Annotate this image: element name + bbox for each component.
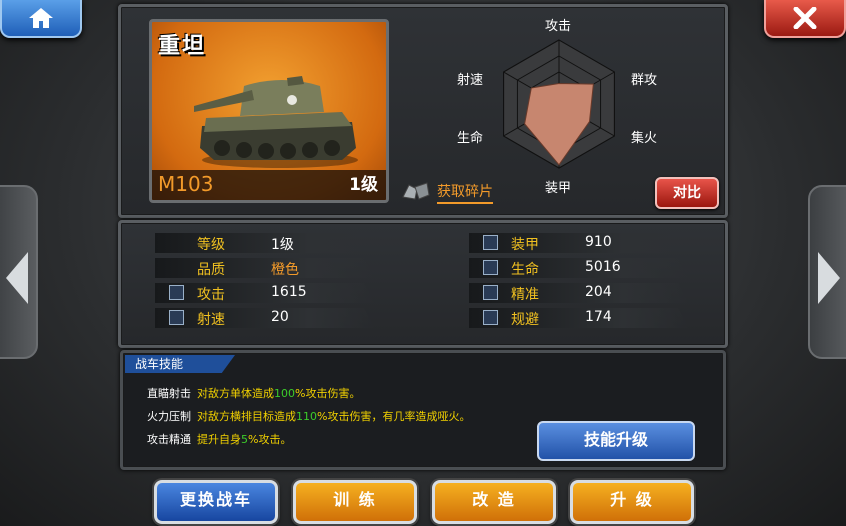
- next-tank-button[interactable]: [808, 185, 846, 359]
- radar-label-armor: 装甲: [545, 181, 572, 196]
- stat-row: 品质 橙色: [155, 258, 375, 278]
- stat-value: 橙色: [271, 262, 299, 278]
- tank-name: M103: [158, 172, 214, 196]
- skill-row: 火力压制 对敌方横排目标造成110%攻击伤害，有几率造成哑火。: [147, 408, 470, 424]
- stat-label: 生命: [511, 262, 539, 278]
- close-button[interactable]: [764, 0, 846, 38]
- skill-pct: 110: [296, 410, 317, 423]
- skill-name: 火力压制: [147, 410, 191, 423]
- modify-button[interactable]: 改 造: [432, 480, 556, 524]
- stat-row: 规避 174: [469, 308, 689, 328]
- change-tank-button[interactable]: 更换战车: [154, 480, 278, 524]
- tank-card: 重坦 M103 1级: [149, 19, 389, 203]
- stat-row: 生命 5016: [469, 258, 689, 278]
- skill-upgrade-button[interactable]: 技能升级: [537, 421, 695, 461]
- evade-icon: [483, 310, 498, 325]
- stat-value: 910: [585, 234, 612, 250]
- skill-desc: 对敌方单体造成: [197, 387, 274, 400]
- skill-pct: 100: [274, 387, 295, 400]
- stat-label: 规避: [511, 312, 539, 328]
- stat-label: 精准: [511, 287, 539, 303]
- armor-icon: [483, 235, 498, 250]
- stats-panel: 等级 1级 品质 橙色 攻击 1615 射速 20 装甲 910 生命 5016…: [118, 220, 728, 348]
- stat-row: 攻击 1615: [155, 283, 375, 303]
- stat-value: 1级: [271, 237, 294, 253]
- compare-button[interactable]: 对比: [655, 177, 719, 209]
- accuracy-icon: [483, 285, 498, 300]
- skills-panel: 战车技能 直瞄射击 对敌方单体造成100%攻击伤害。 火力压制 对敌方横排目标造成1…: [120, 350, 726, 470]
- skill-desc: 对敌方横排目标造成: [197, 410, 296, 423]
- health-icon: [483, 260, 498, 275]
- stat-row: 等级 1级: [155, 233, 375, 253]
- home-icon: [29, 8, 53, 28]
- stat-label: 攻击: [197, 287, 225, 303]
- right-arrow-icon: [818, 252, 840, 304]
- stat-value: 204: [585, 284, 612, 300]
- skill-desc: 提升自身: [197, 433, 241, 446]
- stat-value: 5016: [585, 259, 621, 275]
- skill-name: 攻击精通: [147, 433, 191, 446]
- radar-label-splash: 群攻: [631, 73, 658, 88]
- get-shards-link[interactable]: 获取碎片: [437, 181, 493, 204]
- skill-desc-tail: %攻击伤害，有几率造成哑火。: [317, 410, 471, 423]
- stat-label: 等级: [197, 237, 225, 253]
- radar-chart: [503, 39, 615, 169]
- skill-desc-tail: %攻击伤害。: [295, 387, 361, 400]
- skill-name: 直瞄射击: [147, 387, 191, 400]
- stat-value: 174: [585, 309, 612, 325]
- upgrade-button[interactable]: 升 级: [570, 480, 694, 524]
- tank-info-panel: 重坦 M103 1级 攻击 群攻 集火 装甲 生命 射速 获取碎片 对比: [118, 4, 728, 218]
- stat-label: 装甲: [511, 237, 539, 253]
- skills-tab: 战车技能: [125, 355, 235, 373]
- radar-label-health: 生命: [457, 131, 484, 146]
- shard-icon: [402, 182, 430, 200]
- stat-row: 装甲 910: [469, 233, 689, 253]
- stat-label: 射速: [197, 312, 225, 328]
- tank-level: 1级: [349, 175, 378, 195]
- stat-value: 20: [271, 309, 289, 325]
- radar-label-focus: 集火: [631, 131, 658, 146]
- skill-row: 攻击精通 提升自身5%攻击。: [147, 431, 291, 447]
- stat-label: 品质: [197, 262, 225, 278]
- skill-row: 直瞄射击 对敌方单体造成100%攻击伤害。: [147, 385, 360, 401]
- left-arrow-icon: [6, 252, 28, 304]
- skill-pct: 5: [241, 433, 248, 446]
- tank-image: [194, 76, 358, 168]
- train-button[interactable]: 训 练: [293, 480, 417, 524]
- fire-rate-icon: [169, 310, 184, 325]
- prev-tank-button[interactable]: [0, 185, 38, 359]
- skill-desc-tail: %攻击。: [248, 433, 292, 446]
- close-icon: [793, 7, 817, 29]
- stat-row: 射速 20: [155, 308, 375, 328]
- home-button[interactable]: [0, 0, 82, 38]
- radar-label-attack: 攻击: [545, 19, 572, 34]
- stat-row: 精准 204: [469, 283, 689, 303]
- stat-value: 1615: [271, 284, 307, 300]
- radar-label-firerate: 射速: [457, 73, 484, 88]
- attack-icon: [169, 285, 184, 300]
